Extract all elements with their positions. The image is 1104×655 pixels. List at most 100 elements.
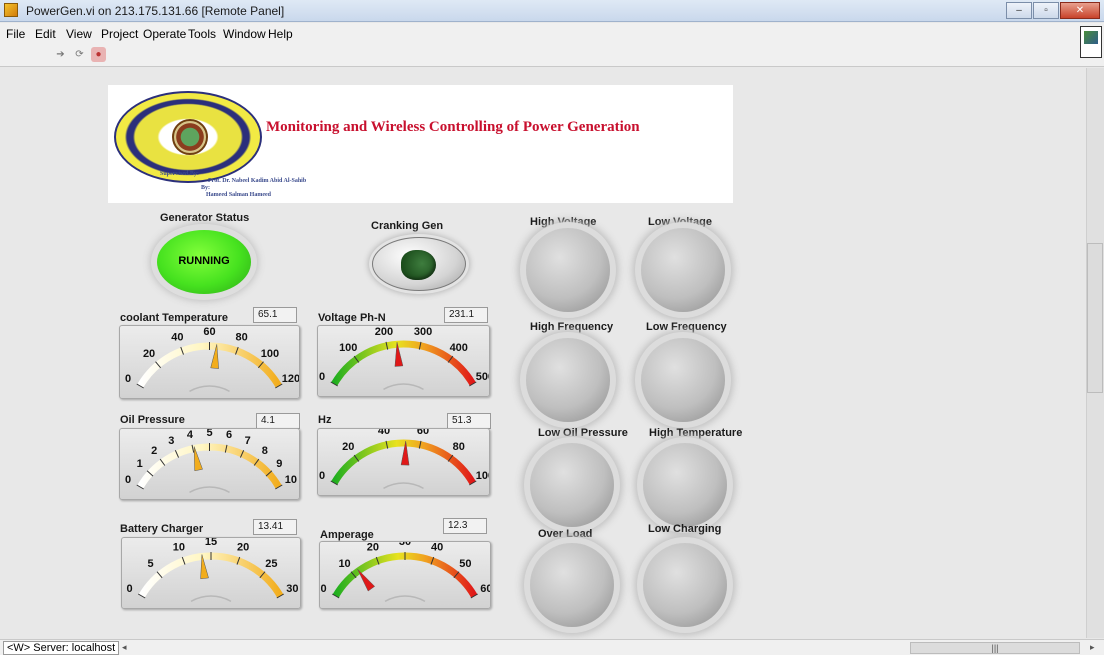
oil-pressure-value: 4.1 xyxy=(256,413,300,429)
frequency-label: Hz xyxy=(318,414,332,426)
labview-app-icon xyxy=(4,3,18,17)
frequency-gauge: 0 20 40 60 80 100 xyxy=(317,428,490,496)
battery-tick-label: 0 xyxy=(127,583,133,595)
title-bar: PowerGen.vi on 213.175.131.66 [Remote Pa… xyxy=(0,0,1104,22)
low-frequency-label: Low Frequency xyxy=(646,321,727,333)
abort-icon[interactable]: ● xyxy=(91,47,106,62)
oil-tick-label: 0 xyxy=(125,474,131,486)
author-name: Hameed Salman Hameed xyxy=(206,192,271,198)
cranking-gen-button[interactable] xyxy=(372,237,466,291)
low-voltage-alarm-led xyxy=(641,228,725,312)
battery-tick-label: 10 xyxy=(173,542,185,554)
menu-file[interactable]: File xyxy=(6,27,25,41)
oil-tick-label: 4 xyxy=(187,429,194,441)
high-frequency-label: High Frequency xyxy=(530,321,614,333)
hz-tick-label: 0 xyxy=(319,470,325,482)
battery-gauge-svg: 0 5 10 15 20 25 30 xyxy=(127,538,299,603)
oil-tick-label: 2 xyxy=(151,445,157,457)
amperage-value: 12.3 xyxy=(443,518,487,534)
supervised-by-label: Supervised By: xyxy=(160,171,199,177)
high-temperature-alarm-led xyxy=(643,443,727,527)
oil-tick-label: 5 xyxy=(206,429,212,439)
coolant-tick-label: 60 xyxy=(203,326,215,338)
coolant-temperature-value: 65.1 xyxy=(253,307,297,323)
over-load-alarm-led xyxy=(530,543,614,627)
header-banner: Monitoring and Wireless Controlling of P… xyxy=(108,85,733,203)
menu-help[interactable]: Help xyxy=(268,27,293,41)
menu-edit[interactable]: Edit xyxy=(35,27,56,41)
amperage-label: Amperage xyxy=(320,529,374,541)
oil-pressure-label: Oil Pressure xyxy=(120,414,185,426)
amperage-inner-arc xyxy=(384,595,426,603)
menu-window[interactable]: Window xyxy=(223,27,266,41)
battery-charger-gauge: 0 5 10 15 20 25 30 xyxy=(121,537,301,609)
battery-charger-label: Battery Charger xyxy=(120,523,204,535)
vertical-scrollbar[interactable] xyxy=(1086,68,1104,638)
coolant-gauge-svg: 0 20 40 60 80 100 120 xyxy=(125,326,299,393)
coolant-inner-arc xyxy=(189,385,230,393)
voltage-gauge: 0 100 200 300 400 500 xyxy=(317,325,490,397)
voltage-tick-label: 100 xyxy=(339,342,357,354)
college-logo xyxy=(114,91,262,183)
oil-inner-arc xyxy=(189,486,230,494)
voltage-label: Voltage Ph-N xyxy=(318,312,386,324)
oil-scale-band xyxy=(137,443,282,489)
horizontal-scrollbar-thumb[interactable]: ||| xyxy=(910,642,1080,654)
voltage-gauge-svg: 0 100 200 300 400 500 xyxy=(319,326,489,391)
high-voltage-alarm-led xyxy=(526,228,610,312)
hz-tick-label: 60 xyxy=(417,429,429,437)
run-continuously-icon[interactable]: ⟳ xyxy=(72,47,87,62)
amperage-gauge: 0 10 20 30 40 50 60 xyxy=(319,541,491,609)
low-voltage-label: Low Voltage xyxy=(648,216,712,228)
amperage-tick-label: 50 xyxy=(459,558,471,570)
run-arrow-icon[interactable]: ➔ xyxy=(53,47,68,62)
high-voltage-label: High Voltage xyxy=(530,216,597,228)
coolant-tick-label: 120 xyxy=(282,373,299,385)
oil-gauge-svg: 0123 4 5 6 78910 xyxy=(125,429,297,494)
high-frequency-alarm-led xyxy=(526,338,610,422)
scroll-right-arrow-icon[interactable]: ▸ xyxy=(1090,642,1095,653)
scroll-left-arrow-icon[interactable]: ◂ xyxy=(122,642,127,653)
oil-tick-label: 9 xyxy=(276,458,282,470)
maximize-button[interactable]: ▫ xyxy=(1033,2,1059,19)
menu-view[interactable]: View xyxy=(66,27,92,41)
amperage-tick-label: 30 xyxy=(399,542,411,548)
status-bar: <W> Server: localhost ◂ ||| ▸ xyxy=(0,639,1104,655)
oil-tick-label: 3 xyxy=(168,435,174,447)
oil-tick-label: 7 xyxy=(245,435,251,447)
voltage-tick-label: 300 xyxy=(414,326,432,338)
voltage-tick-label: 200 xyxy=(375,326,393,338)
amperage-tick-label: 40 xyxy=(431,542,443,554)
hz-inner-arc xyxy=(383,482,424,490)
coolant-tick-label: 80 xyxy=(236,332,248,344)
amperage-needle xyxy=(357,568,376,592)
menu-bar: File Edit View Project Operate Tools Win… xyxy=(0,23,1104,43)
cranking-gen-toggle[interactable] xyxy=(401,250,436,280)
coolant-tick-label: 20 xyxy=(143,348,155,360)
vertical-scrollbar-thumb[interactable] xyxy=(1087,243,1103,393)
close-button[interactable]: ✕ xyxy=(1060,2,1100,19)
hz-tick-label: 100 xyxy=(476,470,489,482)
menu-project[interactable]: Project xyxy=(101,27,138,41)
amperage-tick-label: 60 xyxy=(480,583,490,595)
coolant-tick-label: 100 xyxy=(261,348,279,360)
generator-status-text: RUNNING xyxy=(178,255,230,267)
supervisor-name: Prof. Dr. Nabeel Kadim Abid Al-Sahib xyxy=(208,178,307,184)
coolant-tick-label: 0 xyxy=(125,373,131,385)
hz-gauge-svg: 0 20 40 60 80 100 xyxy=(319,429,489,490)
voltage-tick-label: 500 xyxy=(476,371,489,383)
hz-tick-label: 80 xyxy=(453,441,465,453)
minimize-button[interactable]: – xyxy=(1006,2,1032,19)
voltage-inner-arc xyxy=(383,383,424,391)
low-charging-alarm-led xyxy=(643,543,727,627)
by-label: By: xyxy=(201,185,210,191)
low-oil-pressure-alarm-led xyxy=(530,443,614,527)
toolbar: ➔ ⟳ ● xyxy=(0,43,1104,67)
menu-tools[interactable]: Tools xyxy=(188,27,216,41)
menu-operate[interactable]: Operate xyxy=(143,27,186,41)
generator-status-led: RUNNING xyxy=(157,230,251,294)
vi-connector-icon xyxy=(1080,26,1102,58)
oil-tick-label: 6 xyxy=(226,429,232,441)
battery-inner-arc xyxy=(190,595,232,603)
coolant-temperature-gauge: 0 20 40 60 80 100 120 xyxy=(119,325,300,399)
